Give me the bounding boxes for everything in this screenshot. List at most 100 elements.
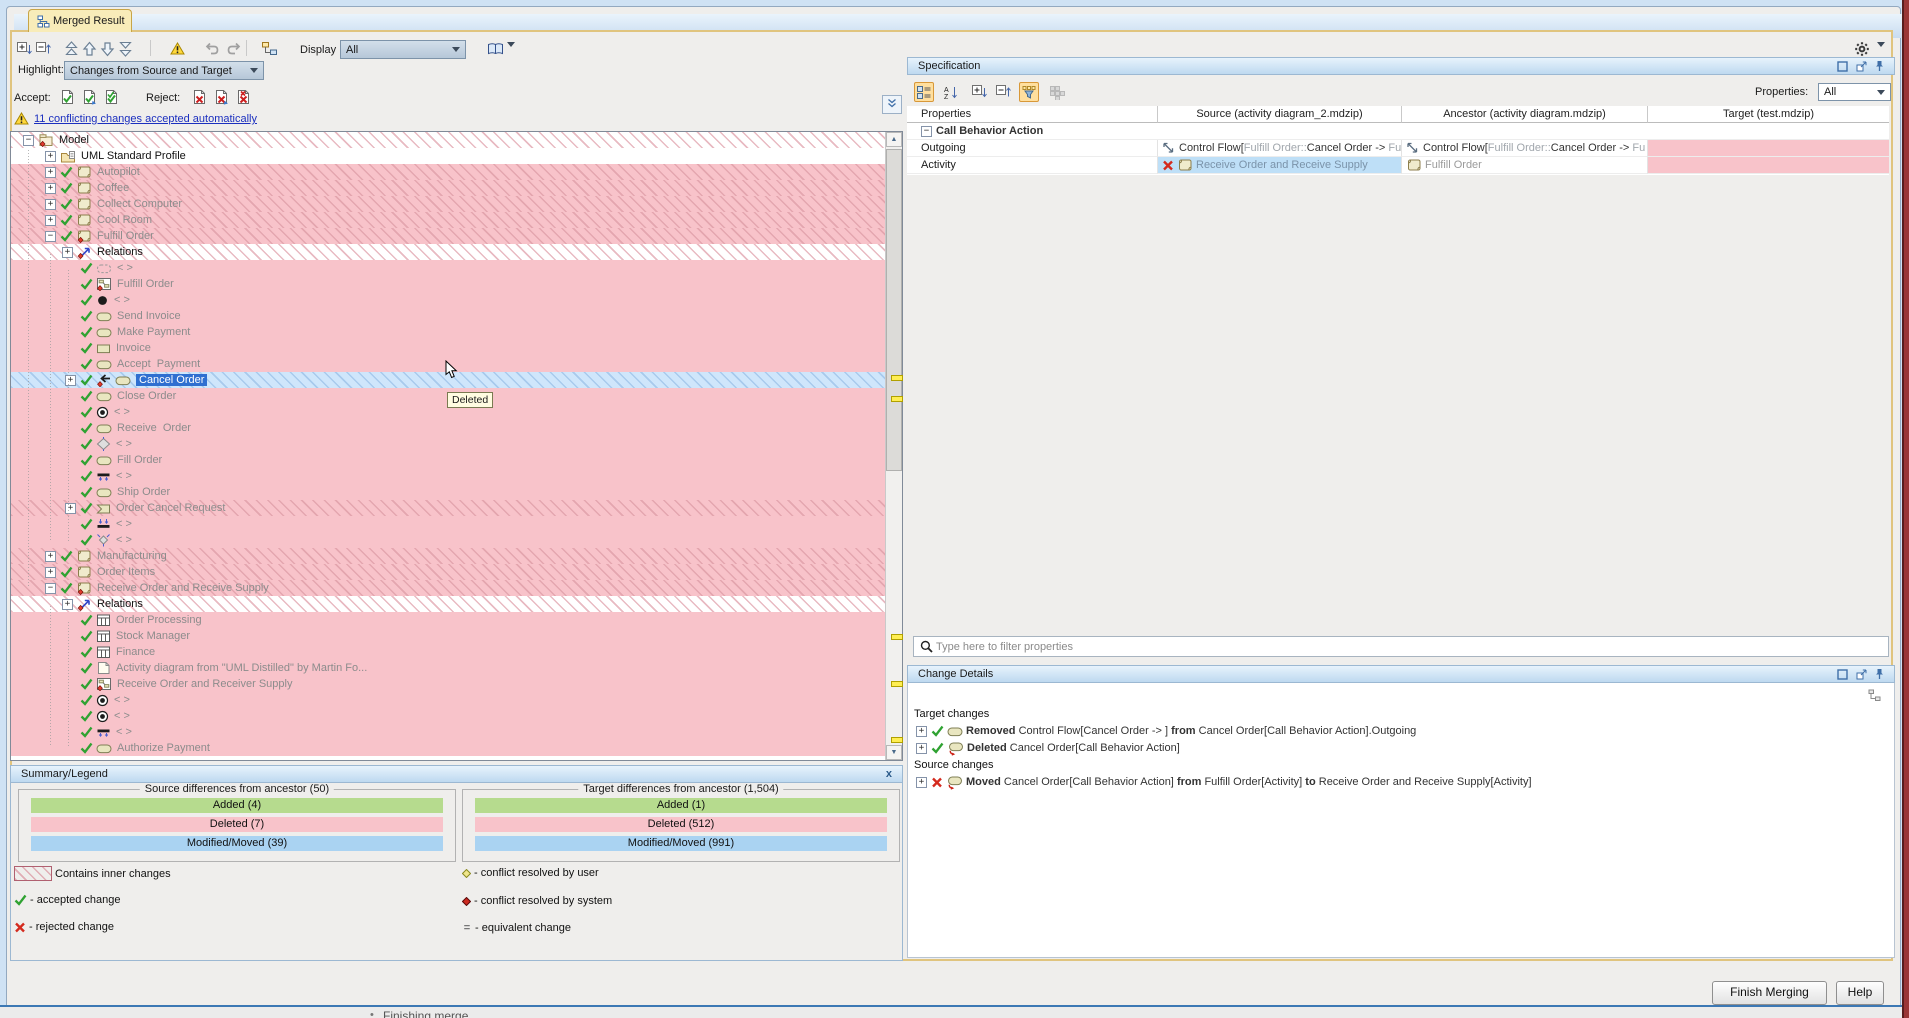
tree-item[interactable]: −Fulfill Order [11,228,885,244]
source-activity-cell[interactable]: Receive Order and Receive Supply [1158,157,1402,174]
tree-expander[interactable]: + [916,743,927,754]
filter-icon[interactable] [1019,82,1039,102]
tree-item[interactable]: +UML Standard Profile [11,148,885,164]
tree-item[interactable]: Fill Order [11,452,885,468]
column-header-properties[interactable]: Properties [907,106,1158,123]
finish-merging-button[interactable]: Finish Merging [1712,981,1827,1005]
help-button[interactable]: Help [1836,981,1884,1005]
tree-item[interactable]: Activity diagram from "UML Distilled" by… [11,660,885,676]
display-dropdown[interactable]: All [340,40,466,59]
tree-item[interactable]: +Order Cancel Request [11,500,885,516]
property-name-cell[interactable]: Outgoing [907,140,1158,157]
maximize-icon[interactable] [1837,61,1848,72]
tree-item[interactable]: < > [11,516,885,532]
change-marker[interactable] [891,375,903,381]
tree-item[interactable]: Receive Order [11,420,885,436]
accept-all-icon[interactable] [102,88,120,105]
close-icon[interactable]: x [886,768,892,780]
accept-change-icon[interactable] [58,88,76,105]
previous-change-icon[interactable] [80,40,98,57]
tree-item[interactable]: Order Processing [11,612,885,628]
ancestor-outgoing-cell[interactable]: Control Flow[Fulfill Order::Cancel Order… [1402,140,1648,157]
change-marker[interactable] [891,681,903,687]
next-change-icon[interactable] [98,40,116,57]
tree-item[interactable]: < > [11,292,885,308]
undo-icon[interactable] [203,40,221,57]
collapse-panel-button[interactable] [882,95,902,114]
tree-item[interactable]: −Model [11,132,885,148]
ancestor-activity-cell[interactable]: Fulfill Order [1402,157,1648,174]
column-header-target[interactable]: Target (test.mdzip) [1648,106,1889,123]
change-detail-row[interactable]: +Moved Cancel Order[Call Behavior Action… [916,774,1532,790]
tree-item[interactable]: +Relations [11,596,885,612]
tree-expander[interactable]: + [45,551,56,562]
merged-diagram-icon[interactable] [260,40,278,57]
float-icon[interactable] [1856,61,1867,72]
categorized-view-icon[interactable] [914,82,934,102]
tree-item[interactable]: Authorize Payment [11,740,885,756]
tree-item[interactable]: Invoice [11,340,885,356]
book-icon[interactable] [486,40,504,57]
tree-item[interactable]: < > [11,260,885,276]
tree-item[interactable]: < > [11,724,885,740]
tree-item[interactable]: −Receive Order and Receive Supply [11,580,885,596]
settings-gear-icon[interactable] [1853,40,1871,57]
scroll-down-button[interactable]: ▼ [886,745,902,760]
collapse-group-icon[interactable]: − [921,126,932,137]
sort-alphabetically-icon[interactable]: AZ [941,82,961,102]
accept-with-dependencies-icon[interactable] [80,88,98,105]
source-outgoing-cell[interactable]: Control Flow[Fulfill Order::Cancel Order… [1158,140,1402,157]
expand-tree-icon[interactable] [15,40,33,57]
tree-item[interactable]: < > [11,692,885,708]
column-header-ancestor[interactable]: Ancestor (activity diagram.mdzip) [1402,106,1648,123]
tree-expander[interactable]: + [45,567,56,578]
last-change-icon[interactable] [116,40,134,57]
tree-expander[interactable]: + [65,503,76,514]
tree-item[interactable]: < > [11,532,885,548]
change-detail-row[interactable]: +Removed Control Flow[Cancel Order -> ] … [916,723,1416,739]
pin-icon[interactable] [1875,60,1884,72]
scroll-up-button[interactable]: ▲ [886,132,902,147]
tree-expander[interactable]: − [45,583,56,594]
tree-item[interactable]: +Cool Room [11,212,885,228]
show-changes-only-icon[interactable] [1047,82,1067,102]
change-marker[interactable] [891,396,903,402]
column-header-source[interactable]: Source (activity diagram_2.mdzip) [1158,106,1402,123]
tree-expander[interactable]: − [45,231,56,242]
tree-item[interactable]: < > [11,436,885,452]
expand-all-icon[interactable] [969,82,989,102]
tree-item[interactable]: < > [11,468,885,484]
target-outgoing-cell-deleted[interactable] [1648,140,1889,157]
float-icon[interactable] [1856,669,1867,680]
tree-item[interactable]: Ship Order [11,484,885,500]
tree-item[interactable]: +Relations [11,244,885,260]
target-activity-cell-deleted[interactable] [1648,157,1889,174]
tree-item[interactable]: Stock Manager [11,628,885,644]
tree-item[interactable]: Send Invoice [11,308,885,324]
conflict-warning-icon[interactable] [168,40,186,57]
highlight-dropdown[interactable]: Changes from Source and Target [64,61,264,80]
merge-tree[interactable]: −Model+UML Standard Profile+Autopilot +Co… [10,131,903,761]
redo-icon[interactable] [225,40,243,57]
change-marker[interactable] [891,634,903,640]
first-change-icon[interactable] [62,40,80,57]
tree-expander[interactable]: + [45,183,56,194]
reject-with-dependencies-icon[interactable] [212,88,230,105]
scrollbar-thumb[interactable] [886,149,902,471]
tree-item[interactable]: +Manufacturing [11,548,885,564]
tree-item[interactable]: +Collect Computer [11,196,885,212]
tree-item[interactable]: < > [11,708,885,724]
conflicts-link[interactable]: 11 conflicting changes accepted automati… [34,113,257,125]
tree-item[interactable]: +Autopilot [11,164,885,180]
tree-expander[interactable]: − [23,135,34,146]
change-detail-row[interactable]: +Deleted Cancel Order[Call Behavior Acti… [916,740,1180,756]
reject-all-icon[interactable] [234,88,252,105]
tree-expander[interactable]: + [916,777,927,788]
hierarchy-link-icon[interactable] [1868,689,1881,705]
change-marker[interactable] [891,737,903,743]
tree-expander[interactable]: + [62,599,73,610]
tree-scrollbar[interactable]: ▲ ▼ [885,132,903,760]
tab-merged-result[interactable]: Merged Result [28,9,132,32]
tree-item[interactable]: Receive Order and Receiver Supply [11,676,885,692]
maximize-icon[interactable] [1837,669,1848,680]
